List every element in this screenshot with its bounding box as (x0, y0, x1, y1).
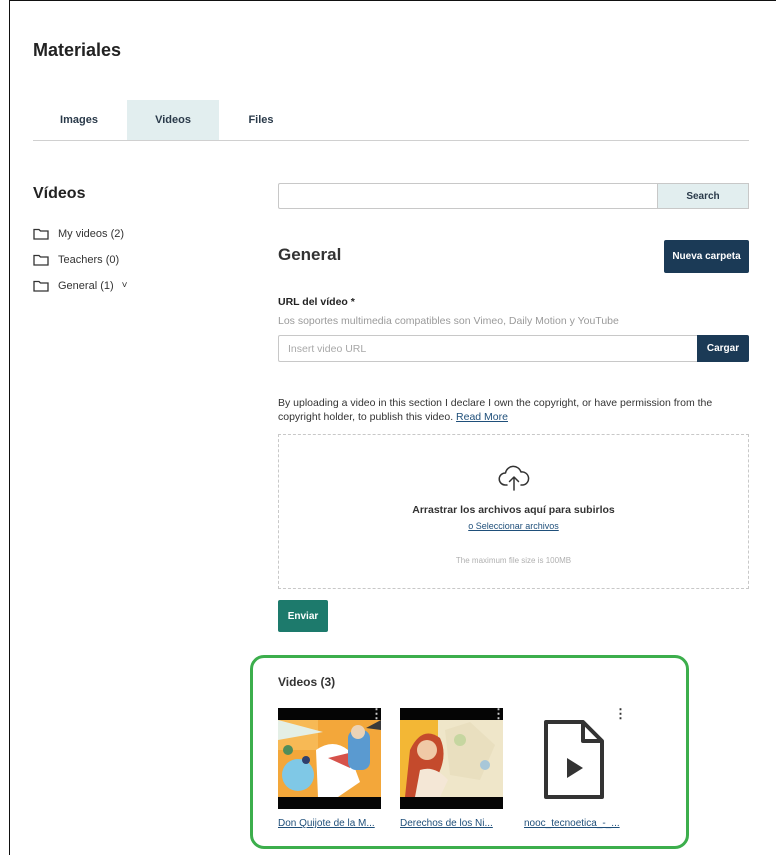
folder-icon (33, 254, 49, 266)
folder-icon (33, 280, 49, 292)
search-input[interactable] (278, 183, 658, 209)
videos-section-title: Videos (3) (278, 675, 336, 689)
sidebar-folder-my-videos[interactable]: My videos (2) (33, 227, 124, 240)
thumbnail-image (278, 720, 381, 797)
folder-icon (33, 228, 49, 240)
sidebar-folder-teachers[interactable]: Teachers (0) (33, 253, 119, 266)
video-title-link[interactable]: Derechos de los Ni... (400, 818, 493, 829)
thumbnail-bar (400, 797, 503, 809)
sidebar-folder-general[interactable]: General (1) ˅ (33, 279, 127, 292)
folder-label: My videos (2) (58, 227, 125, 240)
video-thumbnail-don-quijote[interactable]: ⋮ (278, 707, 383, 809)
read-more-link[interactable]: Read More (456, 411, 508, 423)
select-files-link[interactable]: o Seleccionar archivos (279, 521, 748, 531)
tab-images[interactable]: Images (33, 100, 125, 140)
more-options-icon[interactable]: ⋮ (492, 707, 505, 720)
video-thumbnail-derechos[interactable]: ⋮ (400, 707, 505, 809)
video-title-link[interactable]: nooc_tecnoetica_-_... (524, 818, 620, 829)
more-options-icon[interactable]: ⋮ (614, 707, 627, 720)
load-button[interactable]: Cargar (697, 335, 749, 362)
url-field-label: URL del vídeo * (278, 296, 355, 308)
thumbnail-bar (278, 708, 381, 720)
page-title: Materiales (33, 40, 122, 60)
video-file-nooc-tecnoetica[interactable]: ⋮ (522, 707, 627, 809)
chevron-down-icon[interactable]: ˅ (122, 280, 128, 291)
file-video-icon (544, 720, 604, 799)
max-file-size: The maximum file size is 100MB (455, 556, 572, 565)
more-options-icon[interactable]: ⋮ (370, 707, 383, 720)
folder-title: General (278, 245, 342, 264)
folder-label: General (1) (58, 279, 114, 292)
upload-dropzone[interactable]: Arrastrar los archivos aquí para subirlo… (278, 434, 749, 589)
search-button[interactable]: Search (657, 183, 749, 209)
cloud-upload-icon (498, 465, 530, 491)
video-url-input[interactable] (278, 335, 698, 362)
tab-videos[interactable]: Videos (127, 100, 219, 140)
folder-label: Teachers (0) (58, 253, 120, 266)
tab-files[interactable]: Files (215, 100, 307, 140)
thumbnail-bar (400, 708, 503, 720)
url-help-text: Los soportes multimedia compatibles son … (278, 315, 619, 327)
new-folder-button[interactable]: Nueva carpeta (664, 240, 749, 273)
thumbnail-bar (278, 797, 381, 809)
tab-bar: Images Videos Files (33, 100, 749, 141)
video-title-link[interactable]: Don Quijote de la M... (278, 818, 375, 829)
thumbnail-image (400, 720, 503, 797)
send-button[interactable]: Enviar (278, 600, 328, 632)
copyright-declaration: By uploading a video in this section I d… (278, 396, 748, 424)
dropzone-text: Arrastrar los archivos aquí para subirlo… (412, 504, 615, 516)
sidebar-title: Vídeos (33, 185, 86, 202)
